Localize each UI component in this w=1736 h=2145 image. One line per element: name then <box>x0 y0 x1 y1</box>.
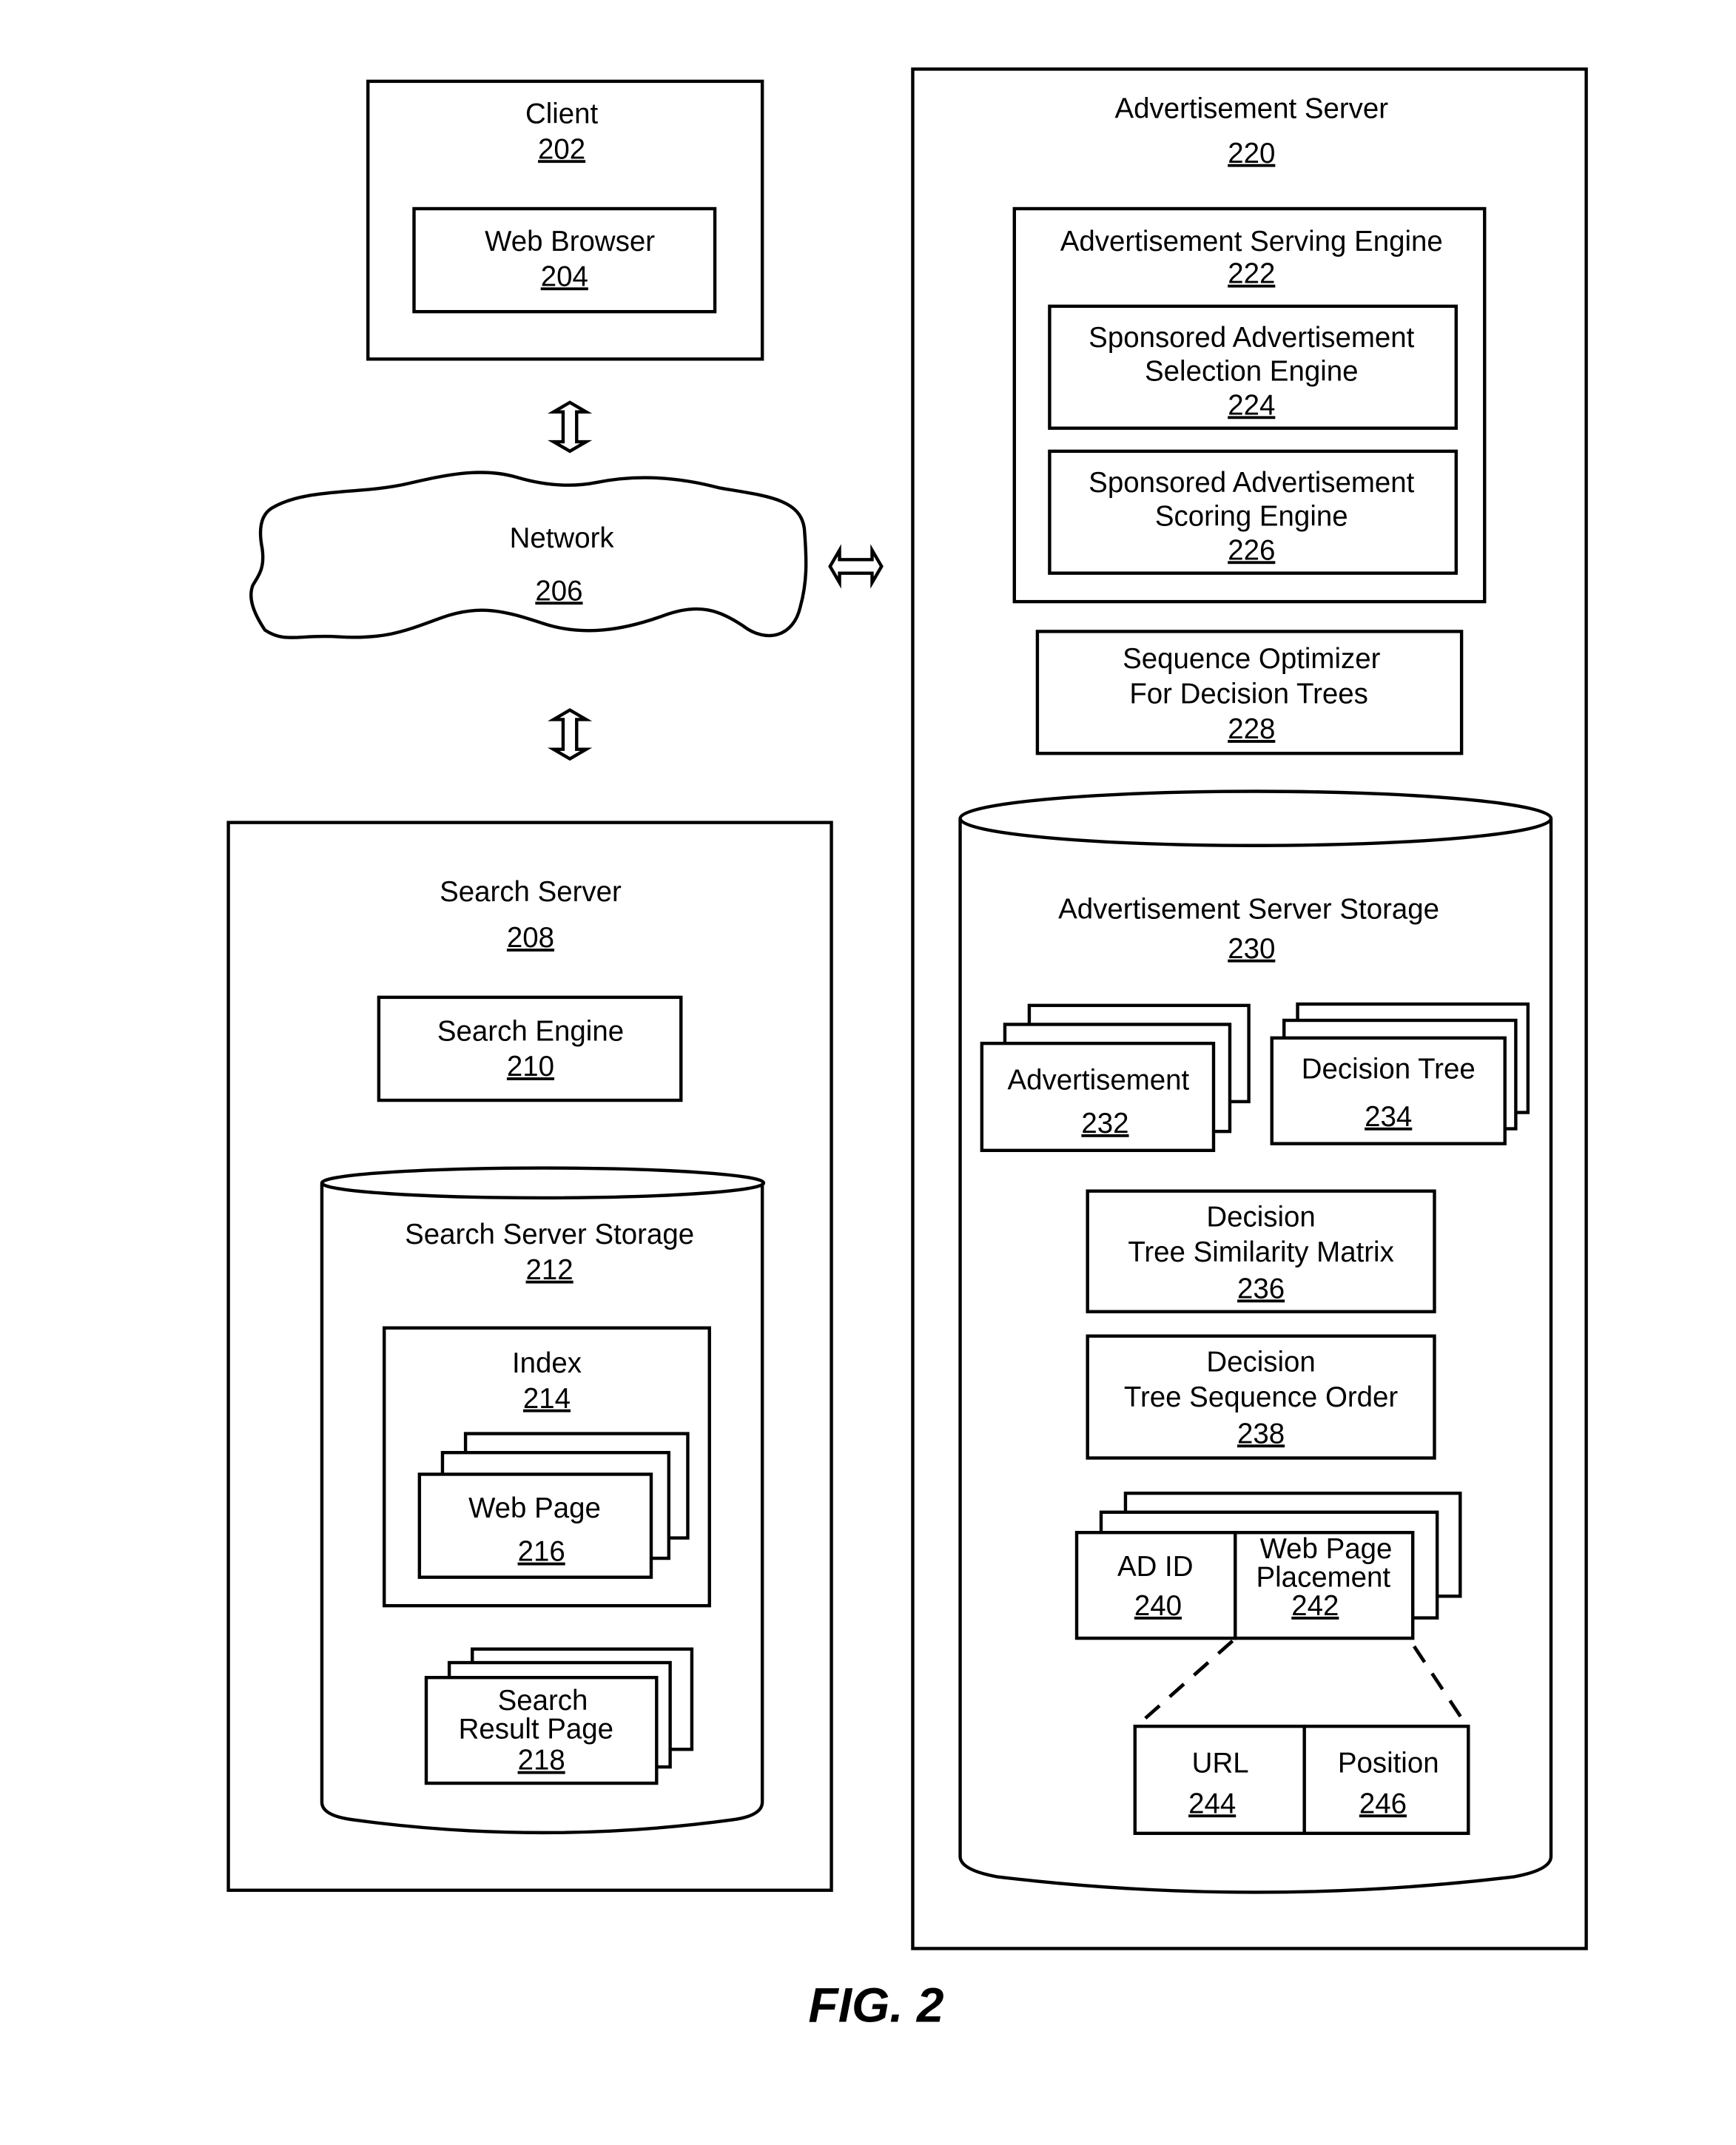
client-network-arrow-icon <box>548 400 593 454</box>
url-number: 244 <box>1188 1788 1236 1819</box>
web-page-number: 216 <box>518 1536 565 1568</box>
network-block: Network 206 <box>249 471 808 639</box>
client-label: Client <box>525 98 599 130</box>
ad-storage-number: 230 <box>1228 933 1275 965</box>
network-cloud-icon <box>249 471 808 639</box>
ad-id-number: 240 <box>1134 1590 1182 1622</box>
web-page-label: Web Page <box>468 1492 601 1524</box>
sequence-order-label-line2: Tree Sequence Order <box>1124 1381 1399 1413</box>
client-number: 202 <box>538 133 585 165</box>
similarity-matrix-number: 236 <box>1237 1273 1285 1304</box>
client-block: Client 202 Web Browser 204 <box>366 79 764 361</box>
search-storage-label: Search Server Storage <box>405 1219 694 1250</box>
figure-caption: FIG. 2 <box>808 1977 943 2032</box>
search-result-page-label-line2: Result Page <box>459 1714 613 1745</box>
similarity-matrix-label-line1: Decision <box>1206 1201 1315 1233</box>
selection-engine-label-line2: Selection Engine <box>1145 356 1359 388</box>
network-number: 206 <box>535 575 582 607</box>
search-server-block: Search Server 208 Search Engine 210 Sear… <box>226 821 833 1892</box>
position-number: 246 <box>1359 1788 1407 1819</box>
search-server-number: 208 <box>507 922 554 954</box>
scoring-engine-number: 226 <box>1228 534 1275 566</box>
sequence-optimizer-label-line1: Sequence Optimizer <box>1123 643 1380 675</box>
search-result-page-number: 218 <box>518 1745 565 1777</box>
search-engine-number: 210 <box>507 1051 554 1082</box>
search-server-label: Search Server <box>440 876 622 908</box>
network-search-arrow-icon <box>548 708 593 761</box>
scoring-engine-label-line1: Sponsored Advertisement <box>1089 467 1414 499</box>
ad-id-cell <box>1074 1531 1237 1640</box>
advertisement-label: Advertisement <box>1007 1064 1189 1096</box>
ad-server-label: Advertisement Server <box>1114 92 1388 124</box>
web-page-placement-label-line1: Web Page <box>1260 1533 1393 1565</box>
ad-storage-label: Advertisement Server Storage <box>1058 894 1439 926</box>
ad-server-block: Advertisement Server 220 Advertisement S… <box>911 67 1588 1950</box>
sequence-optimizer-label-line2: For Decision Trees <box>1129 678 1368 710</box>
search-engine-box <box>377 995 683 1102</box>
advertisement-number: 232 <box>1081 1108 1128 1139</box>
sequence-optimizer-number: 228 <box>1228 713 1275 745</box>
similarity-matrix-label-line2: Tree Similarity Matrix <box>1128 1236 1394 1268</box>
selection-engine-label-line1: Sponsored Advertisement <box>1089 322 1414 354</box>
scoring-engine-label-line2: Scoring Engine <box>1155 501 1348 533</box>
search-result-page-label-line1: Search <box>498 1685 588 1717</box>
url-label: URL <box>1192 1747 1249 1779</box>
ad-server-number: 220 <box>1228 138 1275 169</box>
search-engine-label: Search Engine <box>437 1015 624 1047</box>
web-page-placement-label-line2: Placement <box>1256 1561 1391 1593</box>
decision-tree-label: Decision Tree <box>1302 1054 1476 1085</box>
ad-id-label: AD ID <box>1117 1551 1194 1583</box>
web-browser-number: 204 <box>541 260 588 292</box>
index-number: 214 <box>523 1383 571 1415</box>
serving-engine-label: Advertisement Serving Engine <box>1060 226 1443 257</box>
serving-engine-number: 222 <box>1228 258 1275 290</box>
index-label: Index <box>512 1347 582 1379</box>
web-page-placement-number: 242 <box>1291 1590 1339 1622</box>
sequence-order-label-line1: Decision <box>1206 1346 1315 1378</box>
network-label: Network <box>510 522 615 554</box>
decision-tree-number: 234 <box>1365 1101 1412 1133</box>
network-adserver-arrow-icon <box>828 544 884 589</box>
system-diagram: Client 202 Web Browser 204 Network 206 S… <box>226 67 1588 2032</box>
position-label: Position <box>1338 1747 1439 1779</box>
selection-engine-number: 224 <box>1228 389 1275 421</box>
search-storage-number: 212 <box>526 1254 573 1286</box>
sequence-order-number: 238 <box>1237 1418 1285 1449</box>
web-browser-label: Web Browser <box>485 226 655 257</box>
